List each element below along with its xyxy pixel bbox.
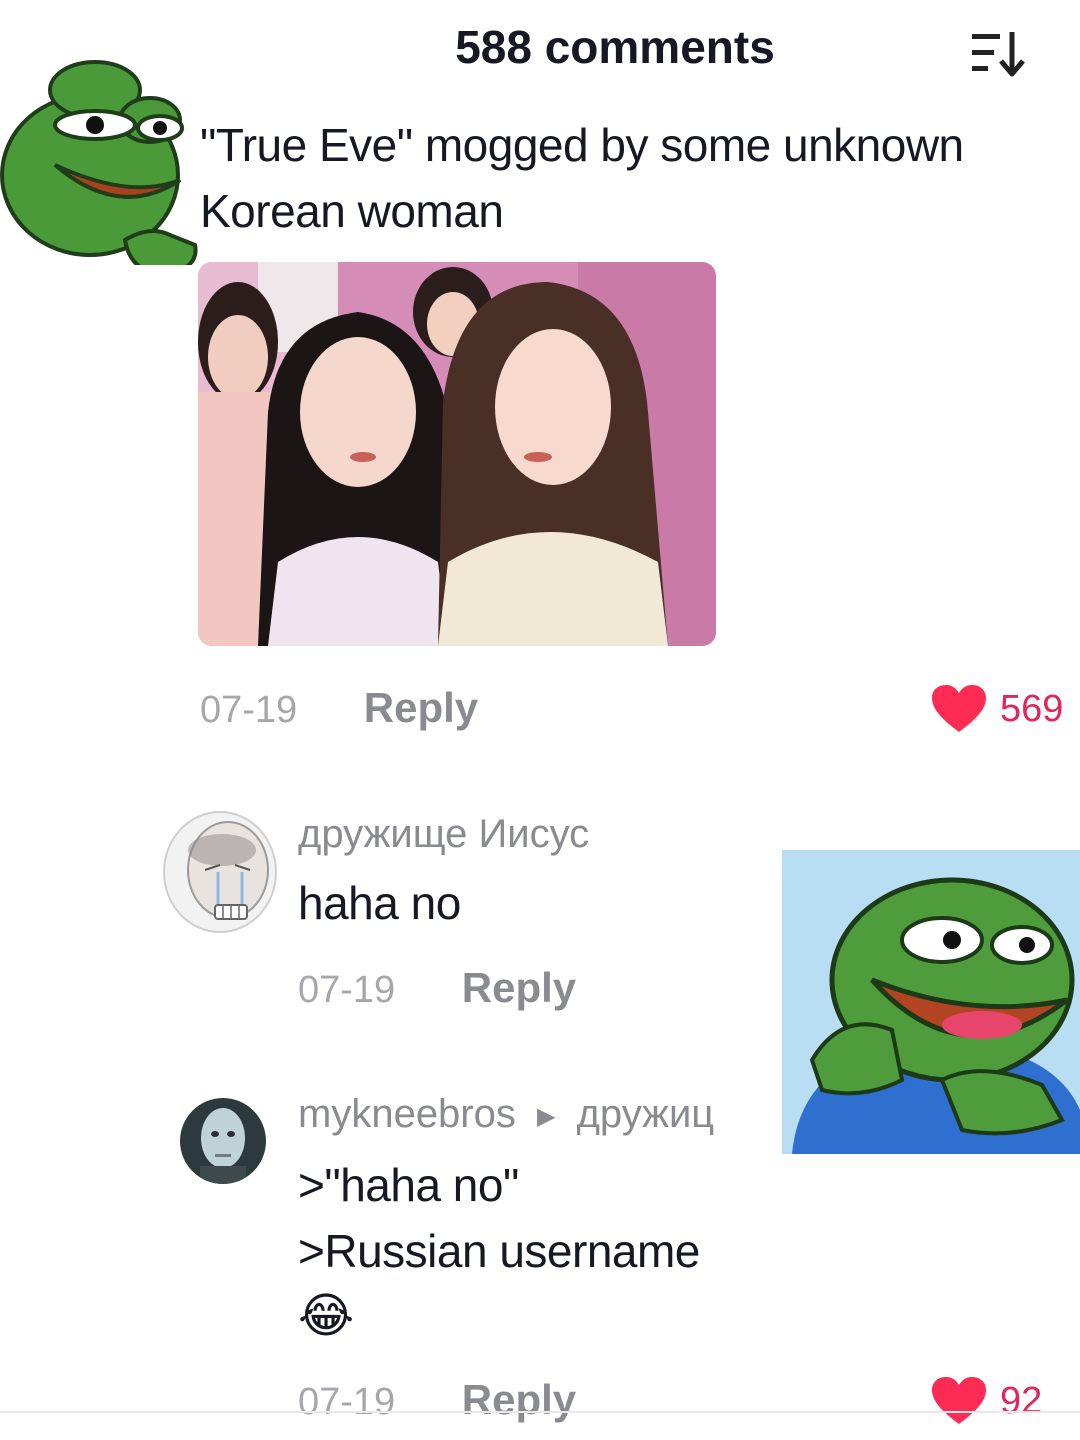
- comment-text: "True Eve" mogged by some unknown Korean…: [200, 112, 1060, 244]
- reply-avatar-pale-face[interactable]: [180, 1098, 266, 1184]
- reply-to-username[interactable]: дружиц: [577, 1092, 715, 1136]
- heart-filled-icon: [932, 685, 986, 732]
- comment-meta: 07-19 Reply: [200, 684, 478, 732]
- like-count: 569: [1000, 687, 1064, 730]
- pointing-frog-sticker: [782, 850, 1080, 1154]
- comment-text-line-1: "True Eve" mogged by some unknown: [200, 119, 964, 171]
- reply-text-line-1: >"haha no": [298, 1159, 519, 1211]
- reply-text: >"haha no" >Russian username 😂: [298, 1152, 700, 1350]
- reply-username-row: mykneebros ▶ дружиц: [298, 1092, 714, 1137]
- comment-attached-photo[interactable]: [198, 262, 716, 646]
- reply-date: 07-19: [298, 1381, 396, 1423]
- bottom-divider: [0, 1411, 1080, 1413]
- like-count: 92: [1000, 1379, 1043, 1422]
- heart-filled-icon: [932, 1377, 986, 1424]
- reply-date: 07-19: [298, 969, 396, 1011]
- reply-username[interactable]: mykneebros: [298, 1092, 516, 1136]
- commenter-avatar-frog[interactable]: [0, 50, 205, 265]
- like-button[interactable]: 92: [930, 1376, 1042, 1426]
- comment-text-line-2: Korean woman: [200, 185, 504, 237]
- comment-date: 07-19: [200, 689, 298, 731]
- reply-username[interactable]: дружище Иисус: [298, 812, 589, 857]
- reply-text-line-2: >Russian username: [298, 1225, 700, 1277]
- reply-button[interactable]: Reply: [462, 964, 576, 1011]
- reply-emoji-laughing: 😂: [298, 1290, 354, 1343]
- reply-button[interactable]: Reply: [364, 684, 478, 731]
- reply-text: haha no: [298, 877, 461, 929]
- like-button[interactable]: 569: [930, 684, 1063, 734]
- reply-meta: 07-19 Reply: [298, 964, 576, 1012]
- reply-avatar-crying-wojak[interactable]: [160, 810, 278, 940]
- reply-button[interactable]: Reply: [462, 1376, 576, 1423]
- sort-descending-icon[interactable]: [968, 28, 1030, 78]
- reply-to-arrow-icon: ▶: [537, 1102, 556, 1130]
- reply-meta: 07-19 Reply: [298, 1376, 576, 1424]
- comments-sheet: 588 comments "True Eve" mogged by some u…: [0, 0, 1080, 1440]
